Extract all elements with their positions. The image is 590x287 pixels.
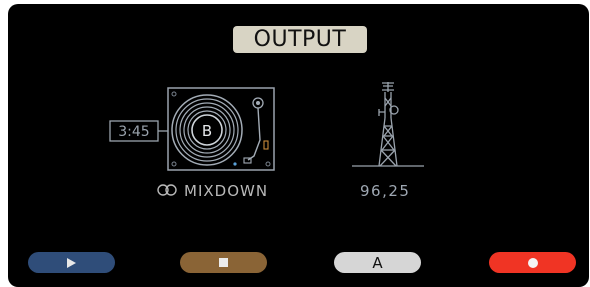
broadcast-frequency: 96,25 <box>360 182 411 200</box>
mixdown-label: MIXDOWN <box>184 182 269 200</box>
mixdown-caption: MIXDOWN <box>156 182 268 200</box>
record-button[interactable] <box>489 252 576 273</box>
output-screen: OUTPUT 3:45 B MIXDOWN 96,25 A <box>8 4 589 287</box>
record-icon <box>527 257 538 268</box>
radio-tower-icon[interactable] <box>348 80 428 172</box>
page-title: OUTPUT <box>233 26 367 53</box>
link-rings-icon <box>157 184 177 196</box>
a-button[interactable]: A <box>334 252 421 273</box>
turntable-icon[interactable]: 3:45 B <box>108 84 283 174</box>
deck-letter: B <box>202 122 212 140</box>
stop-button[interactable] <box>180 252 267 273</box>
play-icon <box>67 257 76 268</box>
play-button[interactable] <box>28 252 115 273</box>
stop-icon <box>219 258 228 267</box>
track-time: 3:45 <box>118 124 149 140</box>
a-button-label: A <box>372 253 383 272</box>
